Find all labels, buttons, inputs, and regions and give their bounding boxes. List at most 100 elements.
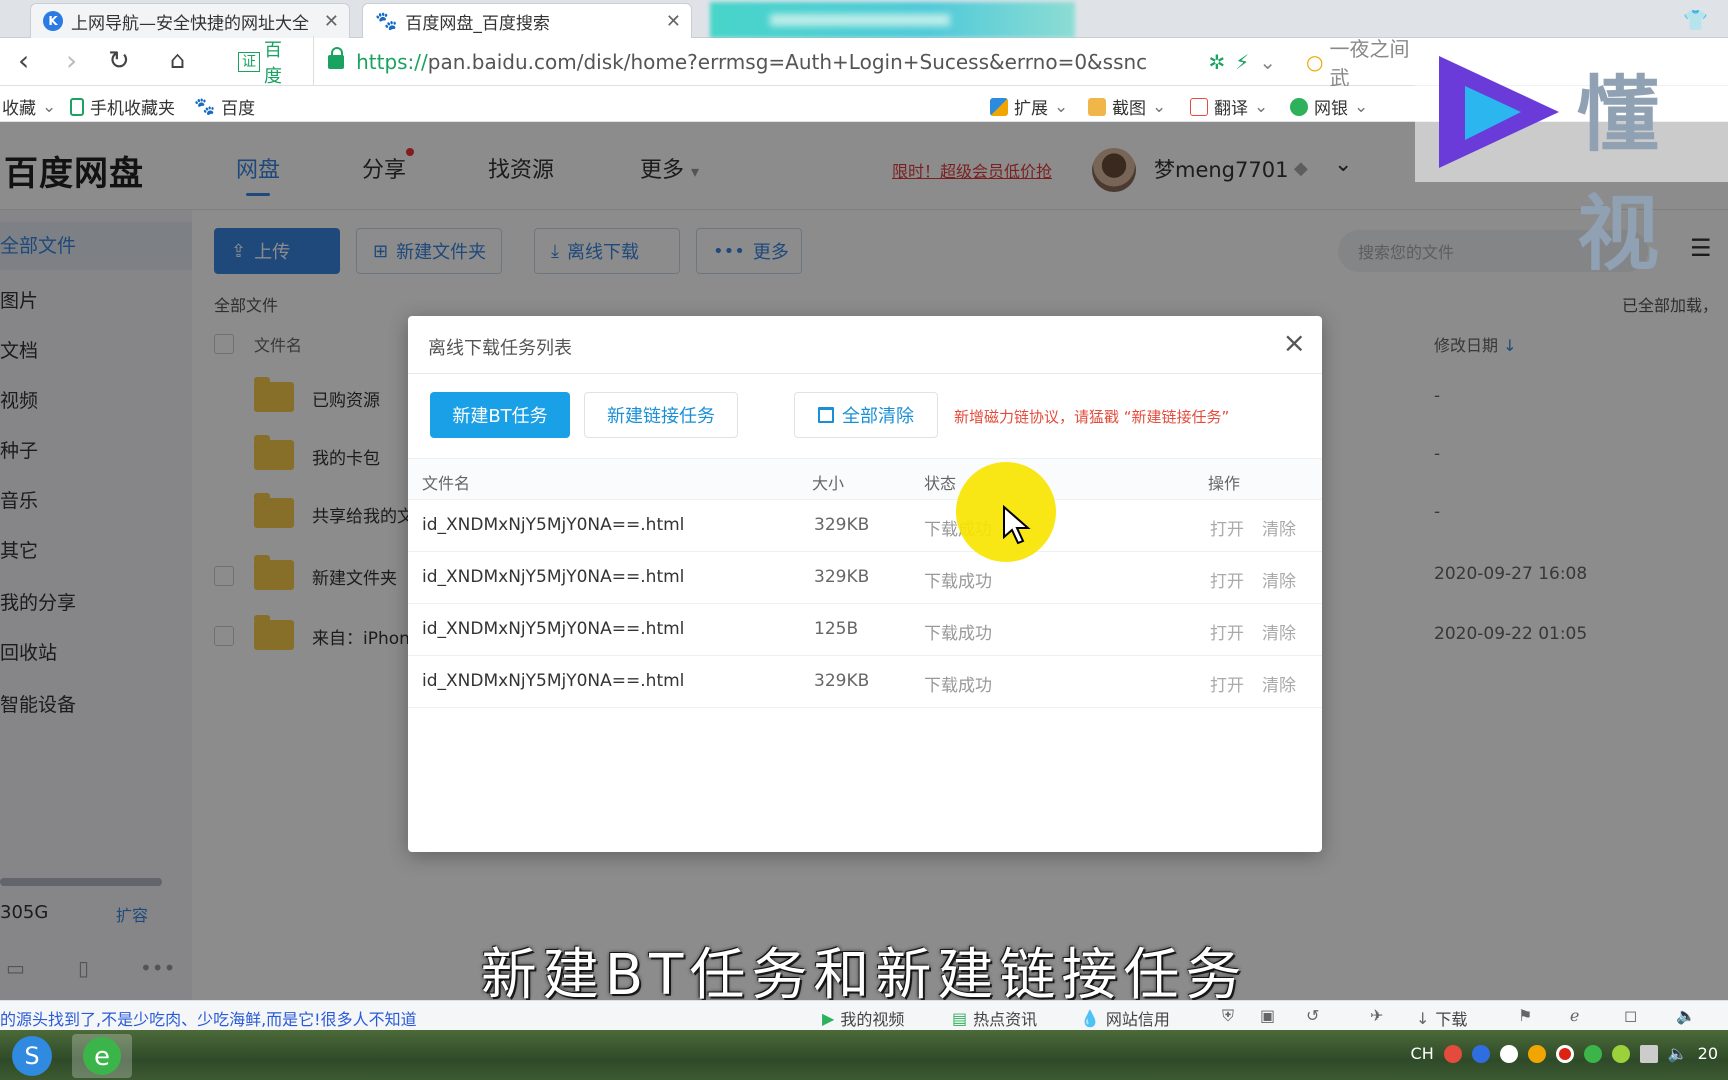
forward-icon[interactable]: ›	[66, 44, 77, 77]
browser-tab-baidu-search[interactable]: 🐾 百度网盘_百度搜索 ✕	[362, 3, 692, 38]
status-label: 我的视频	[840, 1010, 905, 1029]
task-filename: id_XNDMxNjY5MjY0NA==.html	[422, 567, 685, 587]
refresh-icon[interactable]: ↺	[1306, 1006, 1319, 1025]
column-filename: 文件名	[422, 474, 471, 493]
loading-icon: ✲	[1208, 50, 1226, 74]
skin-icon[interactable]: 👕	[1683, 8, 1708, 32]
security-icon[interactable]	[1611, 1044, 1630, 1063]
bell-icon[interactable]	[1499, 1044, 1518, 1063]
tab-title: 百度网盘_百度搜索	[405, 13, 550, 34]
status-label: 网站信用	[1105, 1010, 1170, 1029]
ext-screenshot[interactable]: 截图 ⌄	[1088, 94, 1166, 119]
ie-icon[interactable]: ℯ	[1570, 1006, 1579, 1025]
open-link[interactable]: 打开	[1210, 619, 1244, 644]
extension-icon	[990, 97, 1008, 116]
open-link[interactable]: 打开	[1210, 515, 1244, 540]
translate-icon	[1190, 97, 1208, 116]
url-scheme: https://	[356, 50, 428, 74]
watermark: 懂视	[1415, 42, 1728, 282]
clear-link[interactable]: 清除	[1262, 567, 1296, 592]
task-row: id_XNDMxNjY5MjY0NA==.html 329KB 下载成功 打开 …	[408, 656, 1322, 708]
close-icon[interactable]: ✕	[324, 11, 339, 32]
clear-all-button[interactable]: 全部清除	[794, 392, 938, 438]
wechat-icon[interactable]	[1583, 1044, 1602, 1063]
flag-icon[interactable]: ⚑	[1518, 1006, 1532, 1025]
status-site-credit[interactable]: 💧 网站信用	[1080, 1006, 1170, 1030]
task-row: id_XNDMxNjY5MjY0NA==.html 329KB 下载成功 打开 …	[408, 500, 1322, 552]
baidu-paw-icon: 🐾	[194, 96, 216, 117]
watermark-text: 懂视	[1577, 68, 1670, 282]
clear-link[interactable]: 清除	[1262, 619, 1296, 644]
qq-icon[interactable]	[1527, 1044, 1546, 1063]
baidu-paw-icon: 🐾	[375, 10, 398, 32]
window-icon[interactable]: ◻	[1624, 1006, 1637, 1025]
browser-taskbar-icon[interactable]: e	[72, 1034, 132, 1078]
task-table-header: 文件名 大小 状态 操作	[408, 458, 1322, 500]
task-status: 下载成功	[924, 624, 992, 644]
status-my-videos[interactable]: ▶ 我的视频	[822, 1006, 904, 1030]
offline-download-dialog: 离线下载任务列表 × 新建BT任务 新建链接任务 全部清除 新增磁力链协议，请猛…	[408, 316, 1322, 852]
shield-icon[interactable]: ⛨	[1222, 1006, 1234, 1026]
button-label: 全部清除	[842, 406, 914, 427]
bookmark-mobile[interactable]: 手机收藏夹	[70, 94, 175, 119]
bookmark-baidu[interactable]: 🐾 百度	[194, 94, 255, 120]
back-icon[interactable]: ‹	[18, 44, 29, 77]
play-icon: ▶	[822, 1008, 835, 1028]
home-icon[interactable]: ⌂	[170, 46, 185, 74]
new-link-task-button[interactable]: 新建链接任务	[584, 392, 738, 438]
tab-title: 上网导航—安全快捷的网址大全	[71, 13, 309, 34]
browser-status-bar: 的源头找到了,不是少吃肉、少吃海鲜,而是它!很多人不知道 ▶ 我的视频 ▤ 热点…	[0, 1000, 1728, 1030]
ext-extensions[interactable]: 扩展 ⌄	[990, 94, 1068, 119]
lightning-icon[interactable]: ⚡	[1235, 50, 1249, 74]
open-link[interactable]: 打开	[1210, 671, 1244, 696]
close-icon[interactable]: ✕	[666, 11, 681, 32]
close-icon[interactable]: ×	[1283, 326, 1306, 359]
ext-translate[interactable]: 翻译 ⌄	[1190, 94, 1268, 119]
new-bt-task-button[interactable]: 新建BT任务	[430, 392, 570, 438]
record-icon[interactable]	[1555, 1044, 1574, 1063]
download-icon: ↓	[1416, 1008, 1430, 1028]
play-logo-icon	[1439, 56, 1559, 168]
clock[interactable]: 20	[1698, 1044, 1718, 1063]
reload-icon[interactable]: ↻	[108, 46, 130, 76]
help-icon[interactable]	[1471, 1044, 1490, 1063]
chevron-down-icon: ⌄	[1152, 96, 1167, 117]
icon-glyph: 🔈	[1676, 1006, 1696, 1025]
clear-link[interactable]: 清除	[1262, 671, 1296, 696]
bookmark-label: 收藏	[2, 99, 36, 119]
image-icon[interactable]: ▣	[1260, 1006, 1275, 1025]
volume-icon[interactable]: 🔈	[1668, 1044, 1688, 1063]
task-filename: id_XNDMxNjY5MjY0NA==.html	[422, 619, 685, 639]
status-download[interactable]: ↓ 下载	[1416, 1006, 1467, 1030]
cert-label[interactable]: 证 百度	[238, 36, 315, 88]
chevron-down-icon[interactable]: ⌄	[1259, 50, 1276, 74]
network-icon[interactable]	[1639, 1044, 1658, 1063]
browser-tab-bar: K 上网导航—安全快捷的网址大全 ✕ 🐾 百度网盘_百度搜索 ✕ 👕	[0, 0, 1728, 38]
clear-link[interactable]: 清除	[1262, 515, 1296, 540]
news-ticker[interactable]: 的源头找到了,不是少吃肉、少吃海鲜,而是它!很多人不知道	[0, 1006, 417, 1030]
volume-icon[interactable]: 🔈	[1676, 1006, 1696, 1025]
task-size: 329KB	[814, 567, 870, 587]
icon-glyph: ↺	[1306, 1006, 1320, 1025]
sogou-input-icon[interactable]	[1443, 1044, 1462, 1063]
language-indicator[interactable]: CH	[1411, 1044, 1434, 1063]
task-status: 下载成功	[924, 572, 992, 592]
open-link[interactable]: 打开	[1210, 567, 1244, 592]
icon-glyph: ⚑	[1518, 1006, 1533, 1025]
status-hot-news[interactable]: ▤ 热点资讯	[952, 1006, 1037, 1030]
cert-icon: 证	[238, 52, 260, 72]
chevron-down-icon: ⌄	[42, 96, 57, 117]
lock-icon	[328, 47, 345, 69]
pin-icon[interactable]: ✈	[1370, 1006, 1383, 1025]
address-bar[interactable]: 证 百度 https:// pan.baidu.com/disk/home?er…	[238, 36, 1428, 90]
sogou-icon[interactable]: S	[2, 1034, 62, 1078]
icon-glyph: ✈	[1370, 1006, 1384, 1025]
trash-icon	[818, 407, 834, 423]
task-status: 下载成功	[924, 676, 992, 696]
bookmark-favorites[interactable]: 收藏 ⌄	[2, 94, 57, 120]
search-suggestion[interactable]: ○ 一夜之间武	[1306, 33, 1428, 91]
ext-online-bank[interactable]: 网银 ⌄	[1290, 94, 1368, 119]
button-label: 新建BT任务	[452, 406, 548, 427]
browser-tab-navigation[interactable]: K 上网导航—安全快捷的网址大全 ✕	[30, 3, 350, 38]
cert-text: 百度	[264, 40, 282, 87]
